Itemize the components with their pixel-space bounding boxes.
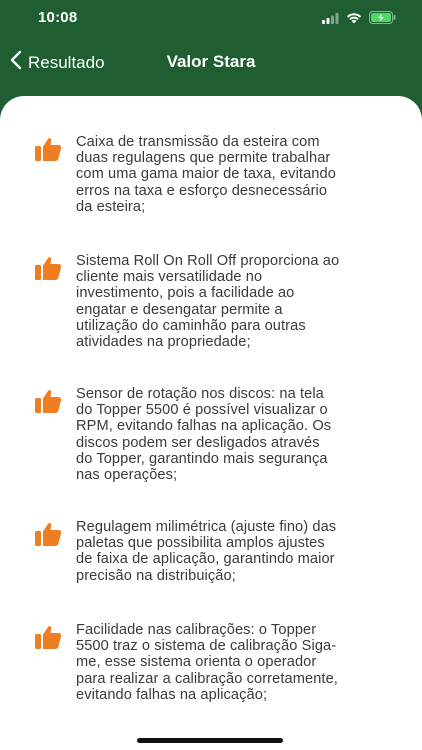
feature-text: Sensor de rotação nos discos: na tela do… (76, 386, 332, 484)
battery-charging-icon (369, 11, 396, 29)
wifi-icon (346, 11, 362, 29)
status-icons (322, 11, 396, 29)
thumbs-up-icon (34, 624, 62, 650)
thumbs-up-icon (34, 255, 62, 281)
signal-icon (322, 11, 339, 29)
feature-text: Regulagem milimétrica (ajuste fino) das … (76, 519, 337, 584)
home-indicator[interactable] (137, 738, 283, 743)
feature-text: Caixa de transmissão da esteira com duas… (76, 134, 336, 215)
page-title: Valor Stara (166, 52, 256, 71)
thumbs-up-icon (34, 136, 62, 162)
feature-text: Sistema Roll On Roll Off proporciona ao … (76, 253, 340, 351)
navigation-bar: Resultado Valor Stara (0, 36, 422, 92)
content-card: Caixa de transmissão da esteira com duas… (0, 96, 422, 750)
status-time: 10:08 (38, 9, 78, 26)
feature-text: Facilidade nas calibrações: o Topper 550… (76, 622, 338, 703)
thumbs-up-icon (34, 388, 62, 414)
thumbs-up-icon (34, 521, 62, 547)
status-bar: 10:08 (0, 0, 422, 36)
